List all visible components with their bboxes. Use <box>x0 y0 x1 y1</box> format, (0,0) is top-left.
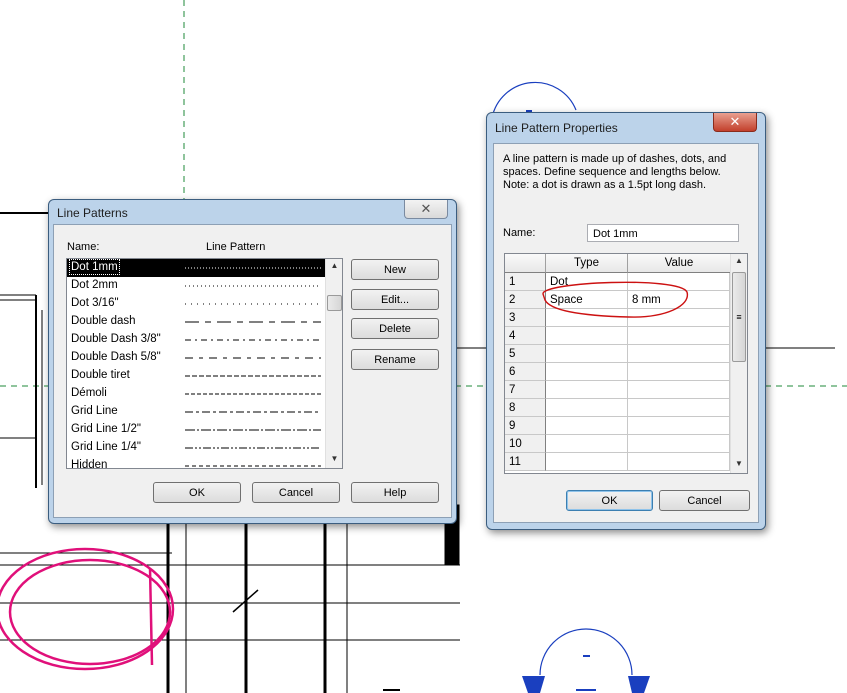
name-label: Name: <box>503 227 536 239</box>
type-cell[interactable] <box>546 345 628 363</box>
list-item[interactable]: Grid Line <box>67 403 325 421</box>
row-number: 7 <box>505 381 546 399</box>
dialog-body: Name: Line Pattern Dot 1mm Dot 2mm Dot 3/1… <box>53 224 452 518</box>
dialog-body: A line pattern is made up of dashes, dot… <box>493 143 759 523</box>
pattern-name: Double tiret <box>71 369 130 381</box>
list-item[interactable]: Dot 1mm <box>67 259 325 277</box>
list-item[interactable]: Double Dash 5/8" <box>67 349 325 367</box>
pattern-name: Hidden <box>71 459 108 469</box>
ok-button[interactable]: OK <box>153 482 241 503</box>
list-item[interactable]: Démoli <box>67 385 325 403</box>
pattern-name: Dot 3/16" <box>71 297 119 309</box>
value-cell[interactable] <box>628 363 730 381</box>
scroll-thumb[interactable] <box>327 295 342 311</box>
row-number: 11 <box>505 453 546 471</box>
scroll-thumb[interactable]: ≡ <box>732 272 746 362</box>
line-pattern-properties-dialog: Line Pattern Properties ✕ A line pattern… <box>486 112 766 530</box>
pattern-column-header: Line Pattern <box>206 241 266 253</box>
grid-scrollbar[interactable]: ▲ ≡ ▼ <box>730 254 747 473</box>
delete-button[interactable]: Delete <box>351 318 439 339</box>
line-pattern-list[interactable]: Dot 1mm Dot 2mm Dot 3/16" Double dash Double… <box>66 258 343 469</box>
name-column-header: Name: <box>67 241 100 253</box>
scroll-down-arrow-icon[interactable]: ▼ <box>326 452 342 466</box>
pattern-name: Grid Line 1/2" <box>71 423 141 435</box>
pattern-preview <box>185 303 321 305</box>
row-number: 5 <box>505 345 546 363</box>
pattern-preview <box>185 285 321 287</box>
edit-button[interactable]: Edit... <box>351 289 439 310</box>
list-item[interactable]: Double Dash 3/8" <box>67 331 325 349</box>
scroll-down-arrow-icon[interactable]: ▼ <box>731 457 747 471</box>
pattern-name: Double dash <box>71 315 136 327</box>
row-number: 6 <box>505 363 546 381</box>
pattern-preview <box>185 357 321 359</box>
pattern-name: Dot 2mm <box>71 279 118 291</box>
close-icon: ✕ <box>420 201 432 216</box>
cancel-button[interactable]: Cancel <box>659 490 750 511</box>
pattern-preview <box>185 393 321 395</box>
value-cell[interactable] <box>628 399 730 417</box>
new-button[interactable]: New <box>351 259 439 280</box>
value-cell[interactable] <box>628 345 730 363</box>
name-field[interactable]: Dot 1mm <box>587 224 739 242</box>
type-cell[interactable] <box>546 381 628 399</box>
list-item[interactable]: Grid Line 1/2" <box>67 421 325 439</box>
list-item[interactable]: Double tiret <box>67 367 325 385</box>
pattern-preview <box>185 339 321 341</box>
type-cell[interactable] <box>546 453 628 471</box>
help-button[interactable]: Help <box>351 482 439 503</box>
value-cell[interactable] <box>628 435 730 453</box>
value-cell[interactable] <box>628 417 730 435</box>
pattern-preview <box>185 267 321 269</box>
pattern-preview <box>185 375 321 377</box>
type-cell[interactable] <box>546 417 628 435</box>
type-column-header: Type <box>546 254 628 273</box>
scroll-up-arrow-icon[interactable]: ▲ <box>326 259 342 273</box>
rename-button[interactable]: Rename <box>351 349 439 370</box>
pattern-name: Grid Line 1/4" <box>71 441 141 453</box>
row-number: 9 <box>505 417 546 435</box>
pattern-preview <box>185 429 321 431</box>
type-cell[interactable] <box>546 363 628 381</box>
close-icon: ✕ <box>729 114 741 129</box>
list-item[interactable]: Dot 2mm <box>67 277 325 295</box>
red-markup-circle <box>542 281 688 318</box>
list-scrollbar[interactable]: ▲ ▼ <box>325 259 342 468</box>
pink-markup-annotation <box>0 547 175 671</box>
row-number: 10 <box>505 435 546 453</box>
value-cell[interactable] <box>628 453 730 471</box>
pattern-name: Dot 1mm <box>69 259 120 275</box>
pattern-name: Démoli <box>71 387 107 399</box>
value-cell[interactable] <box>628 381 730 399</box>
dialog-title: Line Pattern Properties <box>495 121 618 135</box>
list-item[interactable]: Grid Line 1/4" <box>67 439 325 457</box>
dialog-title: Line Patterns <box>57 206 128 220</box>
pattern-name: Grid Line <box>71 405 118 417</box>
line-patterns-dialog: Line Patterns ✕ Name: Line Pattern Dot 1… <box>48 199 457 524</box>
grid-bubble-bottom <box>522 628 650 693</box>
close-button[interactable]: ✕ <box>713 113 757 132</box>
pattern-preview <box>185 411 321 413</box>
type-cell[interactable] <box>546 435 628 453</box>
type-cell[interactable] <box>546 399 628 417</box>
pattern-name: Double Dash 3/8" <box>71 333 161 345</box>
description-text: A line pattern is made up of dashes, dot… <box>503 153 727 191</box>
pattern-preview <box>185 321 321 323</box>
list-item[interactable]: Dot 3/16" <box>67 295 325 313</box>
pattern-preview <box>185 465 321 467</box>
ok-button[interactable]: OK <box>566 490 653 511</box>
value-column-header: Value <box>628 254 731 273</box>
pattern-grid[interactable]: Type Value 1 Dot 2 Space 8 mm 3 4 5 6 7 8 9 10 11 ▲ ≡… <box>504 253 748 474</box>
cancel-button[interactable]: Cancel <box>252 482 340 503</box>
pattern-name: Double Dash 5/8" <box>71 351 161 363</box>
list-item[interactable]: Double dash <box>67 313 325 331</box>
scroll-up-arrow-icon[interactable]: ▲ <box>731 254 747 268</box>
pattern-preview <box>185 447 321 449</box>
close-button[interactable]: ✕ <box>404 200 448 219</box>
row-number: 8 <box>505 399 546 417</box>
list-item[interactable]: Hidden <box>67 457 325 469</box>
row-number-header <box>505 254 546 273</box>
